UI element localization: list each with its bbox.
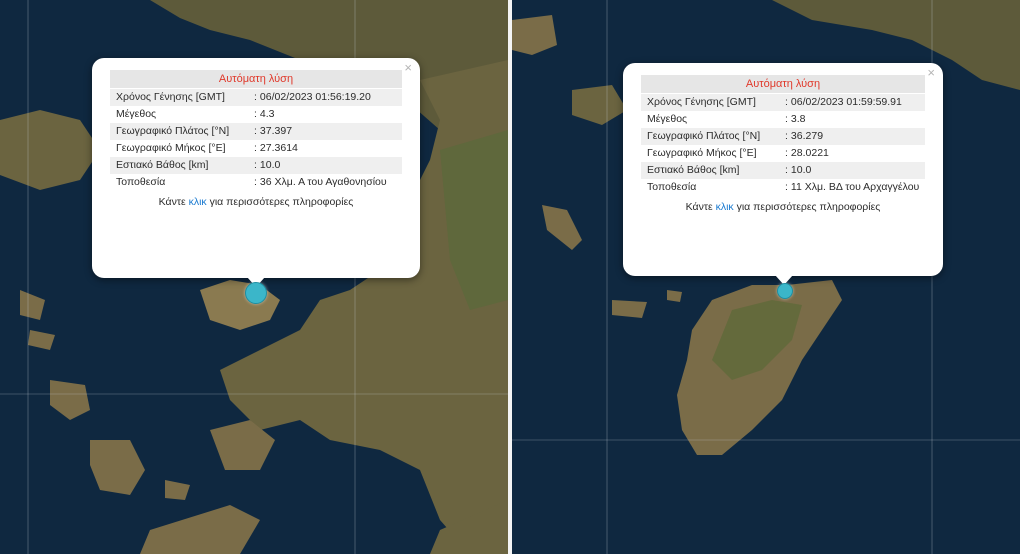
row-value-cell: :36.279 xyxy=(781,128,925,145)
popup-row: Γεωγραφικό Μήκος [°E]:28.0221 xyxy=(641,145,925,162)
close-icon[interactable]: × xyxy=(927,66,935,80)
popup-row: Εστιακό Βάθος [km]:10.0 xyxy=(110,157,402,174)
row-value: 27.3614 xyxy=(259,142,298,154)
map-panel-left[interactable]: × Αυτόματη λύση Χρόνος Γένησης [GMT]:06/… xyxy=(0,0,508,554)
row-value: 28.0221 xyxy=(790,147,829,159)
earthquake-popup-right: × Αυτόματη λύση Χρόνος Γένησης [GMT]:06/… xyxy=(623,63,943,285)
row-label: Γεωγραφικό Μήκος [°E] xyxy=(647,147,757,159)
colon: : xyxy=(785,147,788,159)
row-value: 06/02/2023 01:56:19.20 xyxy=(259,91,371,103)
row-value: 36 Χλμ. Α του Αγαθονησίου xyxy=(259,176,387,188)
row-label: Γεωγραφικό Πλάτος [°N] xyxy=(116,125,230,137)
earthquake-marker[interactable] xyxy=(777,283,793,299)
popup-row: Γεωγραφικό Πλάτος [°N]:37.397 xyxy=(110,123,402,140)
row-label: Γεωγραφικό Πλάτος [°N] xyxy=(647,130,761,142)
popup-row: Μέγεθος:3.8 xyxy=(641,111,925,128)
row-label: Εστιακό Βάθος [km] xyxy=(116,159,209,171)
row-value: 36.279 xyxy=(790,130,824,142)
more-suffix: για περισσότερες πληροφορίες xyxy=(736,201,881,213)
popup-title: Αυτόματη λύση xyxy=(641,75,925,93)
popup-row: Τοποθεσία:11 Χλμ. ΒΔ του Αρχαγγέλου xyxy=(641,179,925,196)
more-info: Κάντε κλικ για περισσότερες πληροφορίες xyxy=(110,191,402,208)
row-label: Χρόνος Γένησης [GMT] xyxy=(116,91,225,103)
colon: : xyxy=(254,176,257,188)
row-value: 37.397 xyxy=(259,125,293,137)
popup-rows: Χρόνος Γένησης [GMT]:06/02/2023 01:56:19… xyxy=(110,89,402,191)
row-value-cell: :10.0 xyxy=(250,157,402,174)
row-value-cell: :11 Χλμ. ΒΔ του Αρχαγγέλου xyxy=(781,179,925,196)
row-value-cell: :06/02/2023 01:59:59.91 xyxy=(781,94,925,111)
colon: : xyxy=(254,108,257,120)
popup-row: Μέγεθος:4.3 xyxy=(110,106,402,123)
colon: : xyxy=(254,142,257,154)
row-value-cell: :37.397 xyxy=(250,123,402,140)
popup-row: Εστιακό Βάθος [km]:10.0 xyxy=(641,162,925,179)
row-value-cell: :4.3 xyxy=(250,106,402,123)
row-value-cell: :3.8 xyxy=(781,111,925,128)
colon: : xyxy=(254,91,257,103)
popup-title: Αυτόματη λύση xyxy=(110,70,402,88)
popup-row: Χρόνος Γένησης [GMT]:06/02/2023 01:56:19… xyxy=(110,89,402,106)
colon: : xyxy=(254,159,257,171)
colon: : xyxy=(254,125,257,137)
row-label: Τοποθεσία xyxy=(116,176,166,188)
colon: : xyxy=(785,96,788,108)
row-value-cell: :28.0221 xyxy=(781,145,925,162)
popup-row: Τοποθεσία:36 Χλμ. Α του Αγαθονησίου xyxy=(110,174,402,191)
row-value: 11 Χλμ. ΒΔ του Αρχαγγέλου xyxy=(790,181,920,193)
colon: : xyxy=(785,164,788,176)
close-icon[interactable]: × xyxy=(404,61,412,75)
colon: : xyxy=(785,181,788,193)
row-label: Χρόνος Γένησης [GMT] xyxy=(647,96,756,108)
more-info-link[interactable]: κλικ xyxy=(189,196,207,208)
popup-row: Χρόνος Γένησης [GMT]:06/02/2023 01:59:59… xyxy=(641,94,925,111)
more-info: Κάντε κλικ για περισσότερες πληροφορίες xyxy=(641,196,925,213)
row-value-cell: :06/02/2023 01:56:19.20 xyxy=(250,89,402,106)
earthquake-popup-left: × Αυτόματη λύση Χρόνος Γένησης [GMT]:06/… xyxy=(92,58,420,287)
row-label: Γεωγραφικό Μήκος [°E] xyxy=(116,142,226,154)
colon: : xyxy=(785,130,788,142)
popup-row: Γεωγραφικό Μήκος [°E]:27.3614 xyxy=(110,140,402,157)
row-value-cell: :27.3614 xyxy=(250,140,402,157)
popup-rows: Χρόνος Γένησης [GMT]:06/02/2023 01:59:59… xyxy=(641,94,925,196)
more-info-link[interactable]: κλικ xyxy=(716,201,734,213)
row-value: 4.3 xyxy=(259,108,275,120)
row-value: 10.0 xyxy=(790,164,812,176)
row-value-cell: :10.0 xyxy=(781,162,925,179)
colon: : xyxy=(785,113,788,125)
popup-row: Γεωγραφικό Πλάτος [°N]:36.279 xyxy=(641,128,925,145)
row-value-cell: :36 Χλμ. Α του Αγαθονησίου xyxy=(250,174,402,191)
more-prefix: Κάντε xyxy=(685,201,713,213)
more-prefix: Κάντε xyxy=(158,196,186,208)
row-label: Εστιακό Βάθος [km] xyxy=(647,164,740,176)
row-value: 10.0 xyxy=(259,159,281,171)
row-label: Μέγεθος xyxy=(116,108,157,120)
map-panel-right[interactable]: × Αυτόματη λύση Χρόνος Γένησης [GMT]:06/… xyxy=(512,0,1020,554)
earthquake-marker[interactable] xyxy=(245,282,267,304)
row-value: 06/02/2023 01:59:59.91 xyxy=(790,96,902,108)
more-suffix: για περισσότερες πληροφορίες xyxy=(209,196,354,208)
row-label: Μέγεθος xyxy=(647,113,688,125)
row-label: Τοποθεσία xyxy=(647,181,697,193)
row-value: 3.8 xyxy=(790,113,806,125)
